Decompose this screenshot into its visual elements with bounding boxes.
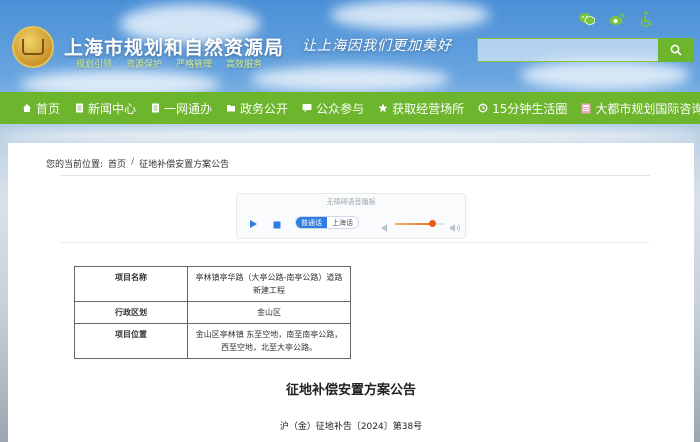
nav-item-15min-circle[interactable]: 15分钟生活圈 bbox=[478, 100, 567, 117]
nav-item-label: 公众参与 bbox=[316, 101, 365, 116]
nav-item-business-site[interactable]: 获取经营场所 bbox=[378, 100, 464, 117]
circle-arrow-icon bbox=[478, 103, 488, 113]
breadcrumb-current[interactable]: 征地补偿安置方案公告 bbox=[139, 157, 229, 170]
home-icon bbox=[22, 103, 32, 113]
table-key: 项目名称 bbox=[74, 266, 188, 302]
play-icon bbox=[248, 214, 258, 233]
divider bbox=[60, 175, 650, 176]
volume-low-icon[interactable] bbox=[381, 218, 391, 237]
top-icon-bar bbox=[578, 10, 656, 28]
star-icon bbox=[378, 103, 388, 113]
table-row: 项目位置 金山区亭林镇 东至空地，南至南亭公路，西至空地，北至大亭公路。 bbox=[74, 323, 351, 359]
accessibility-icon[interactable] bbox=[638, 10, 656, 28]
volume-knob[interactable] bbox=[429, 220, 436, 227]
nav-item-label: 一网通办 bbox=[164, 101, 213, 116]
tag-item: 严格管理 bbox=[176, 60, 213, 70]
breadcrumb-prefix: 您的当前位置: bbox=[46, 160, 104, 170]
breadcrumb: 您的当前位置: 首页 / 征地补偿安置方案公告 bbox=[46, 157, 229, 170]
site-tagline: 规划引领 资源保护 严格管理 高效服务 bbox=[76, 57, 262, 70]
stop-icon bbox=[273, 214, 281, 233]
nav-item-public[interactable]: 公众参与 bbox=[302, 100, 364, 117]
voice-option-mandarin[interactable]: 普通话 bbox=[296, 217, 327, 228]
search-input[interactable] bbox=[477, 38, 658, 62]
volume-slider[interactable] bbox=[395, 220, 445, 227]
table-value: 亭林镇亭华路（大亭公路-南亭公路）道路新建工程 bbox=[187, 266, 351, 302]
project-info-table: 项目名称 亭林镇亭华路（大亭公路-南亭公路）道路新建工程 行政区划 金山区 项目… bbox=[74, 266, 351, 359]
wechat-icon[interactable] bbox=[578, 10, 596, 28]
nav-item-one-stop[interactable]: 一网通办 bbox=[150, 100, 212, 117]
site-header: 上海市规划和自然资源局 规划引领 资源保护 严格管理 高效服务 让上海因我们更加… bbox=[0, 0, 700, 92]
document-icon bbox=[150, 103, 160, 113]
player-title: 无障碍语音播报 bbox=[326, 198, 376, 206]
nav-item-news[interactable]: 新闻中心 bbox=[74, 100, 136, 117]
tag-item: 高效服务 bbox=[226, 60, 263, 70]
table-value: 金山区 bbox=[187, 301, 351, 324]
tag-item: 资源保护 bbox=[126, 60, 163, 70]
folder-icon bbox=[226, 103, 236, 113]
document-number: 沪（金）征地补告〔2024〕第38号 bbox=[279, 422, 423, 432]
search-button[interactable] bbox=[658, 38, 694, 62]
flag-icon bbox=[581, 103, 591, 113]
table-value: 金山区亭林镇 东至空地，南至南亭公路，西至空地，北至大亭公路。 bbox=[187, 323, 351, 359]
document-icon bbox=[74, 103, 84, 113]
audio-player: 无障碍语音播报 普通话 上海话 bbox=[236, 193, 466, 239]
nav-item-label: 大都市规划国际咨询会 bbox=[595, 101, 700, 116]
site-title[interactable]: 上海市规划和自然资源局 bbox=[64, 33, 284, 60]
document-title: 征地补偿安置方案公告 bbox=[285, 383, 416, 398]
play-button[interactable] bbox=[245, 215, 261, 231]
nav-item-home[interactable]: 首页 bbox=[22, 100, 60, 117]
nav-item-label: 新闻中心 bbox=[88, 101, 137, 116]
chat-icon bbox=[302, 103, 312, 113]
stop-button[interactable] bbox=[269, 215, 285, 231]
main-nav: 首页 新闻中心 一网通办 政务公开 公众参与 获取经营场所 15分钟生活圈 大都… bbox=[0, 92, 700, 124]
volume-high-icon[interactable] bbox=[449, 218, 461, 237]
nav-item-gov-open[interactable]: 政务公开 bbox=[226, 100, 288, 117]
breadcrumb-home-link[interactable]: 首页 bbox=[108, 157, 126, 170]
table-key: 行政区划 bbox=[74, 301, 188, 324]
divider bbox=[60, 242, 650, 243]
volume-fill bbox=[395, 223, 433, 225]
site-slogan: 让上海因我们更加美好 bbox=[302, 38, 452, 54]
weibo-icon[interactable] bbox=[608, 10, 626, 28]
tag-item: 规划引领 bbox=[76, 60, 113, 70]
table-row: 行政区划 金山区 bbox=[74, 301, 351, 324]
nav-item-label: 获取经营场所 bbox=[392, 101, 465, 116]
site-logo[interactable] bbox=[12, 26, 54, 68]
table-row: 项目名称 亭林镇亭华路（大亭公路-南亭公路）道路新建工程 bbox=[74, 266, 351, 302]
search-icon bbox=[670, 41, 682, 60]
table-key: 项目位置 bbox=[74, 323, 188, 359]
nav-item-label: 15分钟生活圈 bbox=[492, 101, 568, 116]
voice-option-shanghainese[interactable]: 上海话 bbox=[327, 217, 358, 228]
nav-item-label: 首页 bbox=[36, 101, 61, 116]
voice-selector: 普通话 上海话 bbox=[295, 216, 359, 229]
nav-item-label: 政务公开 bbox=[240, 101, 289, 116]
content-panel: 您的当前位置: 首页 / 征地补偿安置方案公告 无障碍语音播报 普通话 上海话 … bbox=[8, 143, 694, 442]
nav-item-planning-consult[interactable]: 大都市规划国际咨询会 bbox=[581, 100, 700, 117]
breadcrumb-separator: / bbox=[131, 157, 135, 167]
